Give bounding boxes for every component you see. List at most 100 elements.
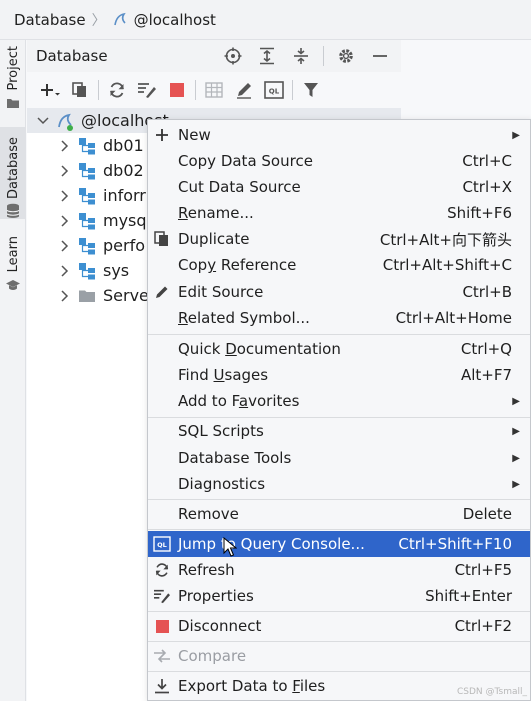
tree-node-label: db01 (103, 136, 144, 155)
query-console-icon: QL (152, 534, 172, 554)
menu-separator (148, 499, 530, 500)
add-icon[interactable] (35, 76, 65, 104)
tool-window-header: Database (27, 40, 401, 72)
toolbar-divider (195, 80, 196, 100)
compare-icon (152, 646, 172, 666)
tree-node-label: Serve (103, 286, 149, 305)
tree-node-label: perfo (103, 236, 145, 255)
tool-window-strip: Project Database Learn (0, 40, 26, 701)
submenu-arrow-icon: ▶ (512, 395, 520, 407)
connected-indicator-icon (67, 124, 73, 131)
database-toolbar: QL (27, 72, 401, 108)
mysql-dolphin-icon (55, 111, 75, 131)
menu-item-edit-source[interactable]: Edit Source Ctrl+B (148, 279, 530, 305)
submenu-arrow-icon: ▶ (512, 452, 520, 464)
tree-node-label: db02 (103, 161, 144, 180)
folder-icon (6, 94, 20, 113)
refresh-icon (152, 560, 172, 580)
chevron-right-icon[interactable] (57, 163, 73, 179)
breadcrumb-separator: 〉 (91, 12, 106, 29)
chevron-right-icon[interactable] (57, 213, 73, 229)
strip-tab-learn[interactable]: Learn (0, 236, 26, 300)
menu-item-quick-documentation[interactable]: Quick Documentation Ctrl+Q (148, 336, 530, 362)
menu-item-add-to-favorites[interactable]: Add to Favorites ▶ (148, 388, 530, 414)
menu-item-related-symbol[interactable]: Related Symbol... Ctrl+Alt+Home (148, 305, 530, 331)
chevron-right-icon[interactable] (57, 188, 73, 204)
submenu-arrow-icon: ▶ (512, 425, 520, 437)
strip-tab-project[interactable]: Project (0, 46, 26, 120)
chevron-right-icon[interactable] (57, 263, 73, 279)
context-menu: New ▶ Copy Data Source Ctrl+C Cut Data S… (147, 119, 531, 701)
plus-icon (152, 125, 172, 145)
menu-separator (148, 529, 530, 530)
query-console-icon[interactable]: QL (259, 76, 289, 104)
menu-item-copy-data-source[interactable]: Copy Data Source Ctrl+C (148, 148, 530, 174)
folder-icon (77, 286, 97, 306)
menu-item-find-usages[interactable]: Find Usages Alt+F7 (148, 362, 530, 388)
submenu-arrow-icon: ▶ (512, 129, 520, 141)
menu-item-copy-reference[interactable]: Copy Reference Ctrl+Alt+Shift+C (148, 252, 530, 278)
chevron-down-icon[interactable] (35, 113, 51, 129)
tree-node-label: inforr (103, 186, 146, 205)
menu-item-diagnostics[interactable]: Diagnostics ▶ (148, 471, 530, 497)
expand-all-icon[interactable] (252, 43, 282, 69)
menu-separator (148, 334, 530, 335)
menu-item-refresh[interactable]: Refresh Ctrl+F5 (148, 557, 530, 583)
download-icon (152, 676, 172, 696)
stop-icon[interactable] (162, 76, 192, 104)
menu-item-new[interactable]: New ▶ (148, 122, 530, 148)
menu-item-jump-to-query-console[interactable]: QL Jump to Query Console... Ctrl+Shift+F… (148, 531, 530, 557)
pencil-icon (152, 282, 172, 302)
gear-icon[interactable] (331, 43, 361, 69)
toolbar-divider (292, 80, 293, 100)
schema-icon (77, 261, 97, 281)
minimize-icon[interactable] (365, 43, 395, 69)
properties-icon[interactable] (132, 76, 162, 104)
chevron-right-icon[interactable] (57, 138, 73, 154)
menu-item-database-tools[interactable]: Database Tools ▶ (148, 445, 530, 471)
schema-icon (77, 186, 97, 206)
table-icon[interactable] (199, 76, 229, 104)
svg-text:QL: QL (269, 88, 280, 96)
mysql-dolphin-icon (112, 12, 128, 28)
menu-item-properties[interactable]: Properties Shift+Enter (148, 583, 530, 609)
menu-item-rename[interactable]: Rename... Shift+F6 (148, 200, 530, 226)
pencil-icon[interactable] (229, 76, 259, 104)
filter-icon[interactable] (296, 76, 326, 104)
schema-icon (77, 211, 97, 231)
menu-item-compare: Compare (148, 643, 530, 669)
svg-text:QL: QL (157, 541, 167, 549)
refresh-icon[interactable] (102, 76, 132, 104)
header-divider (323, 46, 324, 66)
schema-icon (77, 161, 97, 181)
menu-separator (148, 611, 530, 612)
submenu-arrow-icon: ▶ (512, 478, 520, 490)
chevron-right-icon[interactable] (57, 238, 73, 254)
crosshair-icon[interactable] (218, 43, 248, 69)
collapse-all-icon[interactable] (286, 43, 316, 69)
toolbar-divider (98, 80, 99, 100)
copy-icon[interactable] (65, 76, 95, 104)
chevron-right-icon[interactable] (57, 288, 73, 304)
menu-item-disconnect[interactable]: Disconnect Ctrl+F2 (148, 613, 530, 639)
menu-separator (148, 641, 530, 642)
menu-item-sql-scripts[interactable]: SQL Scripts ▶ (148, 418, 530, 444)
menu-item-cut-data-source[interactable]: Cut Data Source Ctrl+X (148, 174, 530, 200)
tree-node-label: mysq (103, 211, 147, 230)
breadcrumb-database[interactable]: Database (0, 11, 86, 29)
strip-tab-database[interactable]: Database (0, 127, 26, 219)
stop-icon (152, 616, 172, 636)
tree-node-label: sys (103, 261, 130, 280)
breadcrumb-localhost[interactable]: @localhost (112, 11, 216, 29)
database-icon (6, 203, 20, 223)
breadcrumb: Database 〉 @localhost (0, 0, 531, 40)
menu-item-duplicate[interactable]: Duplicate Ctrl+Alt+向下箭头 (148, 226, 530, 252)
tool-window-title: Database (36, 47, 108, 65)
schema-icon (77, 236, 97, 256)
schema-icon (77, 136, 97, 156)
menu-item-remove[interactable]: Remove Delete (148, 501, 530, 527)
duplicate-icon (152, 229, 172, 249)
graduation-cap-icon (5, 276, 21, 295)
properties-icon (152, 586, 172, 606)
watermark: CSDN @Tsmall_ (456, 687, 527, 697)
